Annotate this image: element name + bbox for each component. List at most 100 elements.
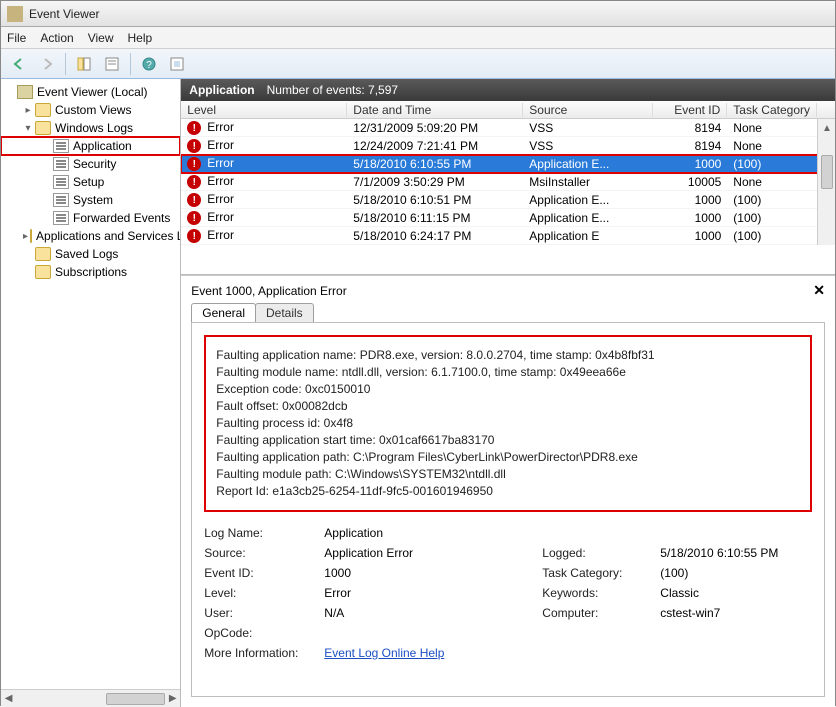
- lbl-logged: Logged:: [542, 546, 660, 560]
- expander-icon[interactable]: ▾: [23, 123, 33, 134]
- folder-icon: [35, 103, 51, 117]
- table-row[interactable]: !Error5/18/2010 6:10:51 PMApplication E.…: [181, 191, 835, 209]
- menu-help[interactable]: Help: [128, 31, 153, 45]
- lbl-user: User:: [204, 606, 324, 620]
- tree-system[interactable]: System: [1, 191, 180, 209]
- event-count: Number of events: 7,597: [267, 83, 398, 97]
- tree-setup[interactable]: Setup: [1, 173, 180, 191]
- forward-button[interactable]: [35, 52, 59, 76]
- event-message: Faulting application name: PDR8.exe, ver…: [204, 335, 812, 512]
- error-icon: !: [187, 229, 201, 243]
- lbl-keywords: Keywords:: [542, 586, 660, 600]
- scroll-thumb[interactable]: [821, 155, 833, 189]
- tree-label: Windows Logs: [55, 121, 133, 135]
- tree-windows-logs[interactable]: ▾ Windows Logs: [1, 119, 180, 137]
- tab-panel-general: Faulting application name: PDR8.exe, ver…: [191, 322, 825, 697]
- tree-label: Forwarded Events: [73, 211, 170, 225]
- menubar: File Action View Help: [1, 27, 835, 49]
- val-logname: Application: [324, 526, 542, 540]
- back-button[interactable]: [7, 52, 31, 76]
- properties-button[interactable]: [100, 52, 124, 76]
- val-computer: cstest-win7: [660, 606, 812, 620]
- tree-label: Setup: [73, 175, 104, 189]
- tree-label: Security: [73, 157, 116, 171]
- col-task[interactable]: Task Category: [727, 103, 817, 117]
- log-icon: [53, 193, 69, 207]
- expander-icon[interactable]: ▸: [23, 105, 33, 116]
- tree-security[interactable]: Security: [1, 155, 180, 173]
- table-row[interactable]: !Error12/24/2009 7:21:41 PMVSS8194None: [181, 137, 835, 155]
- expander-icon[interactable]: ▸: [23, 231, 28, 242]
- tree-apps-services[interactable]: ▸ Applications and Services Logs: [1, 227, 180, 245]
- tree-label: Custom Views: [55, 103, 131, 117]
- lbl-computer: Computer:: [542, 606, 660, 620]
- lbl-moreinfo: More Information:: [204, 646, 324, 660]
- content-header: Application Number of events: 7,597: [181, 79, 835, 101]
- tab-general[interactable]: General: [191, 303, 256, 322]
- eventviewer-icon: [17, 85, 33, 99]
- event-meta: Log Name: Application Source: Applicatio…: [204, 526, 812, 660]
- val-logged: 5/18/2010 6:10:55 PM: [660, 546, 812, 560]
- scroll-left-icon[interactable]: ◀: [1, 690, 16, 707]
- detail-tabs: General Details: [181, 303, 835, 322]
- menu-action[interactable]: Action: [40, 31, 73, 45]
- toolbar: ?: [1, 49, 835, 79]
- link-online-help[interactable]: Event Log Online Help: [324, 646, 542, 660]
- table-row[interactable]: !Error5/18/2010 6:11:15 PMApplication E.…: [181, 209, 835, 227]
- tree-label: Saved Logs: [55, 247, 118, 261]
- folder-icon: [30, 229, 32, 243]
- window-title: Event Viewer: [29, 7, 99, 21]
- scroll-thumb[interactable]: [106, 693, 165, 705]
- toolbar-separator: [65, 53, 66, 75]
- tab-details[interactable]: Details: [255, 303, 314, 322]
- val-keywords: Classic: [660, 586, 812, 600]
- error-icon: !: [187, 139, 201, 153]
- log-icon: [53, 175, 69, 189]
- show-hide-button[interactable]: [72, 52, 96, 76]
- tree-label: System: [73, 193, 113, 207]
- table-row[interactable]: !Error12/31/2009 5:09:20 PMVSS8194None: [181, 119, 835, 137]
- refresh-button[interactable]: [165, 52, 189, 76]
- tree-label: Application: [73, 139, 132, 153]
- error-icon: !: [187, 157, 201, 171]
- scroll-right-icon[interactable]: ▶: [165, 690, 180, 707]
- table-row[interactable]: !Error5/18/2010 6:10:55 PMApplication E.…: [181, 155, 835, 173]
- col-level[interactable]: Level: [181, 103, 347, 117]
- lbl-opcode: OpCode:: [204, 626, 324, 640]
- col-eventid[interactable]: Event ID: [653, 103, 727, 117]
- help-button[interactable]: ?: [137, 52, 161, 76]
- log-icon: [53, 211, 69, 225]
- grid-body: !Error12/31/2009 5:09:20 PMVSS8194None!E…: [181, 119, 835, 245]
- scroll-up-icon[interactable]: ▲: [818, 119, 835, 137]
- detail-panel: Event 1000, Application Error ✕ General …: [181, 275, 835, 707]
- main: Event Viewer (Local) ▸ Custom Views ▾ Wind…: [1, 79, 835, 707]
- table-row[interactable]: !Error5/18/2010 6:24:17 PMApplication E1…: [181, 227, 835, 245]
- menu-file[interactable]: File: [7, 31, 26, 45]
- tree-root[interactable]: Event Viewer (Local): [1, 83, 180, 101]
- error-icon: !: [187, 121, 201, 135]
- tree-scrollbar[interactable]: ◀ ▶: [1, 689, 180, 707]
- toolbar-separator: [130, 53, 131, 75]
- val-source: Application Error: [324, 546, 542, 560]
- tree-custom-views[interactable]: ▸ Custom Views: [1, 101, 180, 119]
- col-source[interactable]: Source: [523, 103, 653, 117]
- grid-header: Level Date and Time Source Event ID Task…: [181, 101, 835, 119]
- menu-view[interactable]: View: [88, 31, 114, 45]
- val-taskcat: (100): [660, 566, 812, 580]
- tree-saved-logs[interactable]: Saved Logs: [1, 245, 180, 263]
- table-row[interactable]: !Error7/1/2009 3:50:29 PMMsiInstaller100…: [181, 173, 835, 191]
- log-icon: [53, 139, 69, 153]
- tree-subscriptions[interactable]: Subscriptions: [1, 263, 180, 281]
- folder-icon: [35, 265, 51, 279]
- val-eventid: 1000: [324, 566, 542, 580]
- col-date[interactable]: Date and Time: [347, 103, 523, 117]
- tree-forwarded[interactable]: Forwarded Events: [1, 209, 180, 227]
- tree-label: Applications and Services Logs: [36, 229, 181, 243]
- tree-label: Subscriptions: [55, 265, 127, 279]
- tree-application[interactable]: Application: [1, 137, 180, 155]
- close-icon[interactable]: ✕: [813, 282, 825, 299]
- lbl-eventid: Event ID:: [204, 566, 324, 580]
- grid-scrollbar[interactable]: ▲: [817, 119, 835, 245]
- error-icon: !: [187, 175, 201, 189]
- lbl-logname: Log Name:: [204, 526, 324, 540]
